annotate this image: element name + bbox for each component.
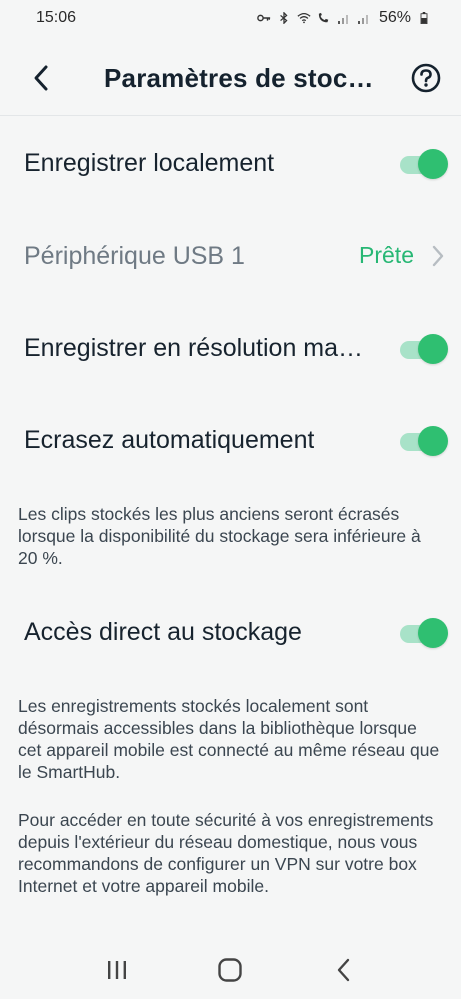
direct-access-note-1: Les enregistrements stockés localement s… bbox=[18, 696, 440, 782]
status-bar: 15:06 56% bbox=[0, 0, 461, 36]
toggle-record-locally[interactable] bbox=[400, 149, 448, 179]
direct-access-note-2: Pour accéder en toute sécurité à vos enr… bbox=[18, 810, 434, 896]
setting-row-auto-overwrite: Ecrasez automatiquement bbox=[0, 410, 461, 470]
recents-icon bbox=[107, 960, 126, 979]
status-icons: 56% bbox=[257, 9, 431, 27]
key-icon bbox=[257, 14, 271, 22]
setting-row-direct-access: Accès direct au stockage bbox=[0, 602, 461, 662]
recents-button[interactable] bbox=[97, 950, 137, 990]
chevron-right-icon bbox=[432, 245, 444, 267]
status-time: 15:06 bbox=[36, 9, 77, 26]
toggle-max-resolution[interactable] bbox=[400, 334, 448, 364]
wifi-icon bbox=[297, 12, 311, 24]
back-nav-button[interactable] bbox=[324, 950, 364, 990]
toggle-knob bbox=[418, 334, 448, 364]
home-button[interactable] bbox=[210, 950, 250, 990]
setting-label: Périphérique USB 1 bbox=[24, 241, 245, 270]
toggle-direct-access[interactable] bbox=[400, 618, 448, 648]
system-nav-bar bbox=[0, 940, 461, 999]
setting-row-record-locally: Enregistrer localement bbox=[0, 133, 461, 193]
app-bar: Paramètres de stockage bbox=[0, 40, 461, 116]
toggle-knob bbox=[418, 149, 448, 179]
setting-row-usb-device[interactable]: Périphérique USB 1 Prête bbox=[0, 226, 461, 286]
overwrite-note: Les clips stockés les plus anciens seron… bbox=[18, 504, 421, 568]
signal-icon bbox=[337, 15, 348, 24]
battery-icon bbox=[420, 12, 428, 24]
back-button[interactable] bbox=[26, 60, 56, 96]
usb-status-text: Prête bbox=[359, 242, 414, 268]
back-nav-icon bbox=[337, 958, 350, 981]
help-circle-icon bbox=[411, 63, 441, 93]
setting-label: Enregistrer localement bbox=[24, 148, 275, 177]
page-title: Paramètres de stockage bbox=[104, 63, 382, 93]
toggle-knob bbox=[418, 618, 448, 648]
setting-label: Accès direct au stockage bbox=[24, 617, 302, 646]
help-button[interactable] bbox=[410, 62, 442, 94]
call-wifi-icon bbox=[318, 12, 329, 23]
setting-row-max-resolution: Enregistrer en résolution maximale bbox=[0, 318, 461, 378]
signal-icon-2 bbox=[357, 15, 368, 24]
chevron-left-icon bbox=[34, 65, 48, 91]
battery-percent: 56% bbox=[378, 9, 411, 26]
bluetooth-icon bbox=[280, 12, 288, 24]
toggle-auto-overwrite[interactable] bbox=[400, 426, 448, 456]
setting-label: Enregistrer en résolution maximale bbox=[24, 333, 364, 362]
home-icon bbox=[218, 957, 243, 982]
setting-label: Ecrasez automatiquement bbox=[24, 425, 315, 454]
toggle-knob bbox=[418, 426, 448, 456]
